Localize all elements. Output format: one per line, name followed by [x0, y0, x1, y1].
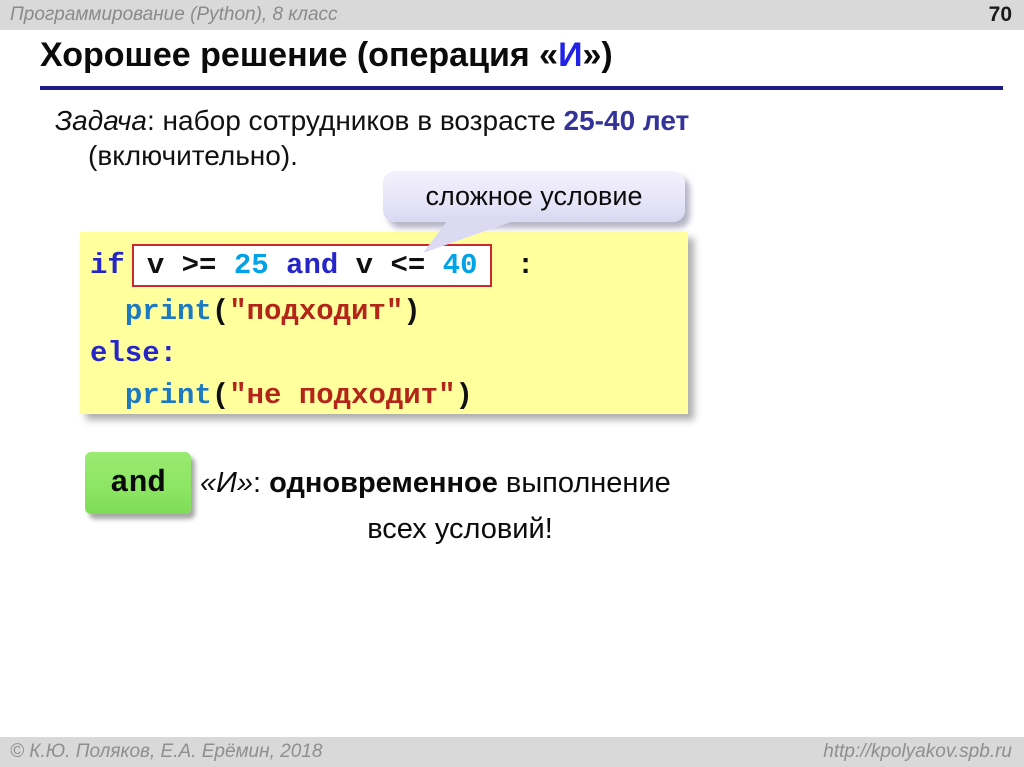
and-explanation: «И»: одновременное выполнение всех услов… [200, 460, 720, 552]
slide-title-accent: И [558, 36, 582, 74]
title-underline-rule [40, 86, 1003, 90]
slide-title-suffix: ») [583, 36, 613, 74]
task-age-range: 25-40 лет [564, 105, 690, 136]
slide-title-text: Хорошее решение (операция « [40, 36, 558, 74]
code-line-print-true: print("подходит") [90, 290, 688, 332]
callout-tail [395, 214, 535, 256]
course-title: Программирование (Python), 8 класс [10, 4, 338, 26]
footer-copyright: © К.Ю. Поляков, Е.А. Ерёмин, 2018 [10, 741, 322, 763]
and-explanation-line2: всех условий! [200, 506, 720, 552]
keyword-if: if [90, 249, 125, 282]
and-badge-label: and [110, 466, 166, 501]
task-statement-line2: (включительно). [88, 140, 298, 172]
indent [90, 379, 125, 412]
string-literal-true: "подходит" [229, 295, 403, 328]
string-literal-false: "не подходит" [229, 379, 455, 412]
keyword-and: and [269, 249, 356, 282]
cond-num1: 25 [234, 249, 269, 282]
slide-title: Хорошее решение (операция «И») [40, 36, 613, 75]
paren-close: ) [403, 295, 420, 328]
print-function: print [125, 379, 212, 412]
code-line-if: ifv >= 25 and v <= 40 : [90, 240, 688, 290]
paren-close: ) [455, 379, 472, 412]
indent [90, 295, 125, 328]
paren-open: ( [212, 295, 229, 328]
header-bar: Программирование (Python), 8 класс 70 [0, 0, 1024, 30]
page-number: 70 [989, 3, 1012, 27]
cond-var1: v >= [147, 249, 234, 282]
task-text: : набор сотрудников в возрасте [147, 105, 564, 136]
footer-url: http://kpolyakov.spb.ru [823, 741, 1012, 763]
task-statement: Задача: набор сотрудников в возрасте 25-… [55, 102, 689, 140]
print-function: print [125, 295, 212, 328]
callout-text: сложное условие [426, 181, 643, 212]
keyword-else: else: [90, 337, 177, 370]
note-bold-word: одновременное [269, 467, 498, 499]
footer-bar: © К.Ю. Поляков, Е.А. Ерёмин, 2018 http:/… [0, 737, 1024, 767]
paren-open: ( [212, 379, 229, 412]
and-russian-name: «И» [200, 467, 253, 499]
task-label: Задача [55, 105, 147, 136]
and-explanation-line1: «И»: одновременное выполнение [200, 460, 720, 506]
code-line-print-false: print("не подходит") [90, 374, 688, 416]
note-colon: : [253, 467, 269, 499]
code-line-else: else: [90, 332, 688, 374]
code-block: ifv >= 25 and v <= 40 : print("подходит"… [80, 232, 688, 414]
and-keyword-badge: and [85, 452, 191, 514]
presentation-slide: Программирование (Python), 8 класс 70 Хо… [0, 0, 1024, 767]
note-rest: выполнение [498, 467, 671, 499]
